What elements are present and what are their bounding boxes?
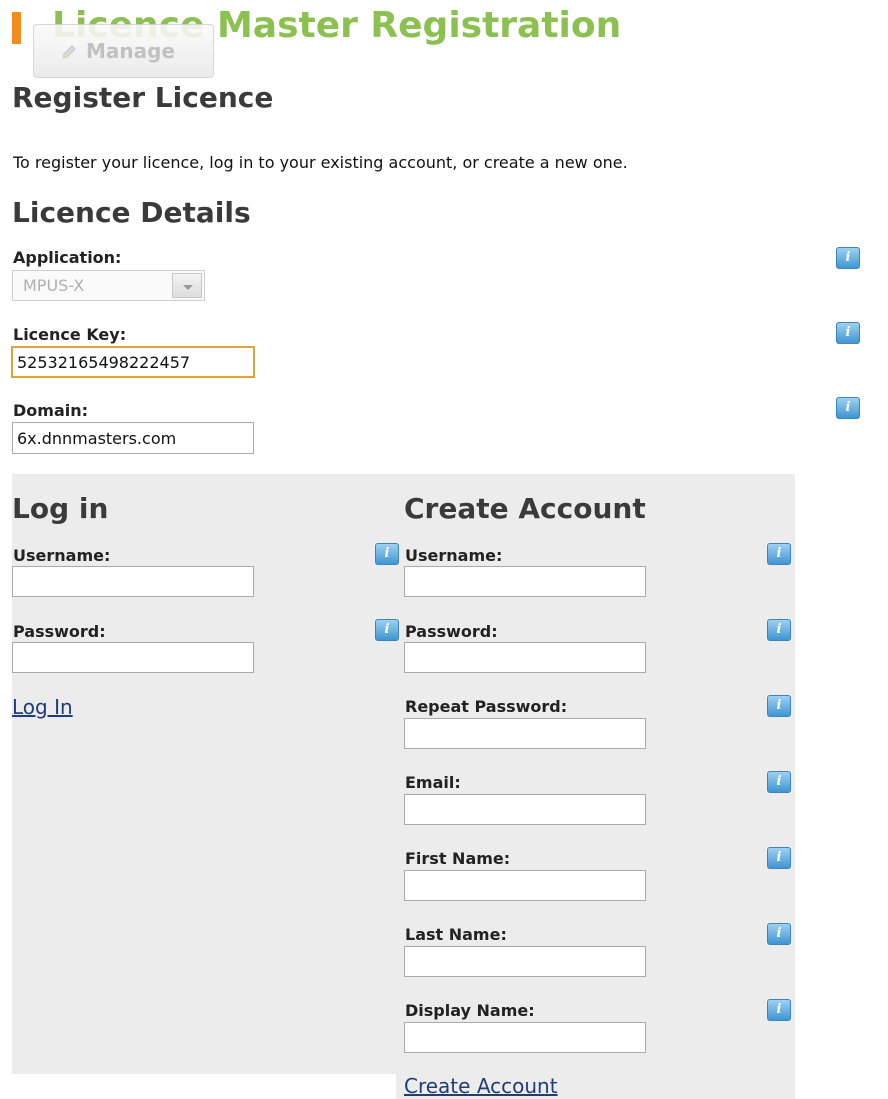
create-username-input[interactable] bbox=[404, 566, 646, 597]
info-icon[interactable]: i bbox=[767, 771, 791, 793]
login-link[interactable]: Log In bbox=[12, 694, 73, 720]
last-name-input[interactable] bbox=[404, 946, 646, 977]
login-heading: Log in bbox=[12, 492, 109, 525]
licence-key-label: Licence Key: bbox=[13, 325, 127, 344]
manage-button[interactable]: Manage bbox=[33, 24, 214, 78]
last-name-label: Last Name: bbox=[405, 925, 507, 944]
licence-key-input[interactable] bbox=[11, 346, 255, 378]
email-input[interactable] bbox=[404, 794, 646, 825]
info-icon[interactable]: i bbox=[767, 999, 791, 1021]
info-icon[interactable]: i bbox=[767, 543, 791, 565]
display-name-input[interactable] bbox=[404, 1022, 646, 1053]
title-accent-bar bbox=[12, 12, 21, 44]
application-label: Application: bbox=[13, 248, 122, 267]
register-licence-heading: Register Licence bbox=[12, 81, 274, 114]
create-password-input[interactable] bbox=[404, 642, 646, 673]
login-password-label: Password: bbox=[13, 622, 106, 641]
info-icon[interactable]: i bbox=[767, 847, 791, 869]
login-username-input[interactable] bbox=[12, 566, 254, 597]
login-username-label: Username: bbox=[13, 546, 111, 565]
create-password-label: Password: bbox=[405, 622, 498, 641]
info-icon[interactable]: i bbox=[767, 619, 791, 641]
first-name-label: First Name: bbox=[405, 849, 511, 868]
repeat-password-input[interactable] bbox=[404, 718, 646, 749]
info-icon[interactable]: i bbox=[767, 695, 791, 717]
display-name-label: Display Name: bbox=[405, 1001, 535, 1020]
info-icon[interactable]: i bbox=[836, 322, 860, 344]
domain-input[interactable] bbox=[12, 422, 254, 454]
chevron-down-icon[interactable] bbox=[172, 273, 202, 298]
login-password-input[interactable] bbox=[12, 642, 254, 673]
pencil-icon bbox=[60, 42, 78, 60]
repeat-password-label: Repeat Password: bbox=[405, 697, 568, 716]
licence-details-heading: Licence Details bbox=[12, 196, 251, 229]
info-icon[interactable]: i bbox=[767, 923, 791, 945]
account-panel bbox=[12, 474, 795, 1074]
info-icon[interactable]: i bbox=[375, 619, 399, 641]
domain-label: Domain: bbox=[13, 401, 89, 420]
first-name-input[interactable] bbox=[404, 870, 646, 901]
email-label: Email: bbox=[405, 773, 461, 792]
intro-text: To register your licence, log in to your… bbox=[13, 153, 628, 172]
application-select[interactable]: MPUS-X bbox=[12, 270, 205, 301]
info-icon[interactable]: i bbox=[836, 247, 860, 269]
info-icon[interactable]: i bbox=[375, 543, 399, 565]
manage-button-label: Manage bbox=[86, 39, 176, 63]
create-username-label: Username: bbox=[405, 546, 503, 565]
create-account-link[interactable]: Create Account bbox=[404, 1073, 558, 1099]
application-select-value: MPUS-X bbox=[23, 276, 85, 295]
info-icon[interactable]: i bbox=[836, 397, 860, 419]
create-account-heading: Create Account bbox=[404, 492, 646, 525]
